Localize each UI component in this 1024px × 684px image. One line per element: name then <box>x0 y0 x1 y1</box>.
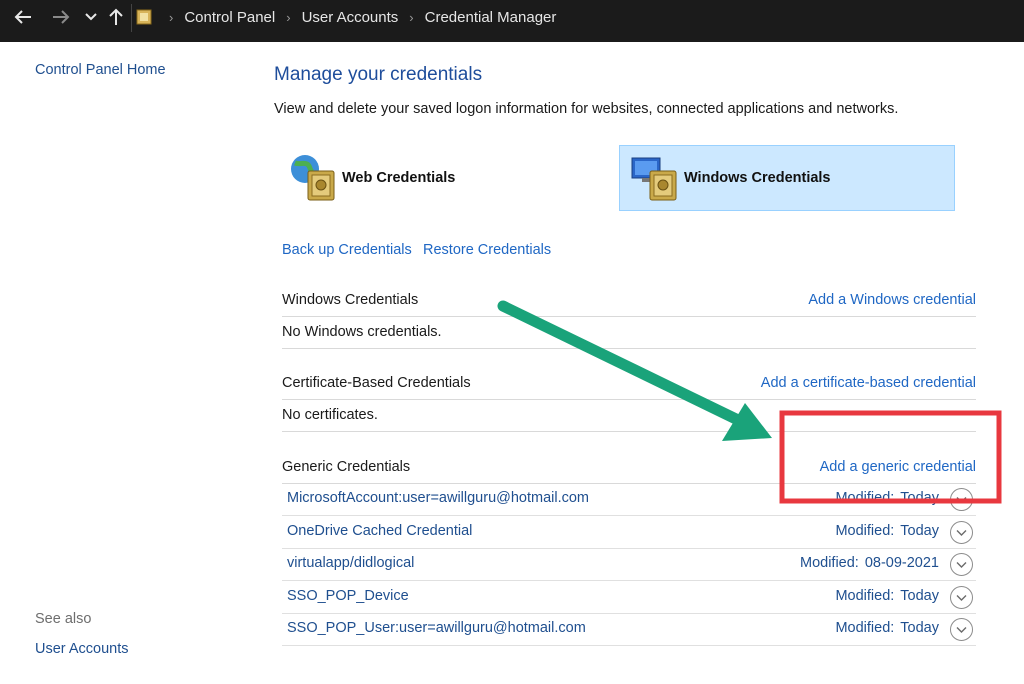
add-generic-credential-link[interactable]: Add a generic credential <box>820 459 976 475</box>
globe-vault-icon <box>291 155 335 201</box>
credential-row[interactable]: SSO_POP_User:user=awillguru@hotmail.com M… <box>282 614 976 646</box>
modified-value: Today <box>900 620 939 636</box>
modified-label: Modified: <box>835 620 895 636</box>
forward-arrow-icon <box>53 10 70 24</box>
add-windows-credential-link[interactable]: Add a Windows credential <box>808 292 976 308</box>
credential-name[interactable]: SSO_POP_Device <box>287 588 409 604</box>
credential-name[interactable]: OneDrive Cached Credential <box>287 523 472 539</box>
credential-row[interactable]: virtualapp/didlogical Modified: 08-09-2021 <box>282 549 976 581</box>
modified-label: Modified: <box>799 555 859 571</box>
chevron-down-circle-icon <box>956 529 967 536</box>
user-accounts-link[interactable]: User Accounts <box>35 641 129 657</box>
recent-locations-button[interactable] <box>82 0 100 34</box>
expand-credential-button[interactable] <box>950 488 973 511</box>
breadcrumb-user-accounts[interactable]: User Accounts <box>302 9 399 26</box>
web-credentials-tile[interactable]: Web Credentials <box>284 145 484 211</box>
web-credentials-label: Web Credentials <box>342 170 456 186</box>
chevron-right-icon: › <box>169 9 174 25</box>
page-description: View and delete your saved logon informa… <box>274 101 899 117</box>
credential-modified: Modified: Today <box>835 588 939 604</box>
chevron-down-circle-icon <box>956 497 967 503</box>
modified-value: Today <box>900 490 939 506</box>
credential-modified: Modified: Today <box>835 620 939 636</box>
divider <box>282 316 976 317</box>
modified-value: Today <box>900 587 939 604</box>
windows-credentials-tile[interactable]: Windows Credentials <box>619 145 955 211</box>
windows-credentials-heading: Windows Credentials <box>282 292 419 308</box>
back-arrow-icon <box>14 10 31 24</box>
chevron-down-circle-icon <box>956 627 967 633</box>
credential-modified: Modified: Today <box>835 490 939 506</box>
generic-credentials-heading: Generic Credentials <box>282 459 411 475</box>
add-certificate-credential-link[interactable]: Add a certificate-based credential <box>761 375 976 391</box>
expand-credential-button[interactable] <box>950 553 973 576</box>
up-arrow-icon <box>109 8 123 25</box>
divider <box>282 399 976 400</box>
expand-credential-button[interactable] <box>950 618 973 641</box>
forward-button[interactable] <box>46 0 76 34</box>
modified-value: 08-09-2021 <box>864 555 939 571</box>
credential-name[interactable]: MicrosoftAccount:user=awillguru@hotmail.… <box>287 490 589 506</box>
credential-name[interactable]: virtualapp/didlogical <box>287 555 414 571</box>
modified-label: Modified: <box>835 587 895 604</box>
monitor-vault-icon <box>631 157 677 201</box>
modified-value: Today <box>900 522 939 539</box>
windows-credentials-label: Windows Credentials <box>684 170 831 186</box>
credential-row[interactable]: MicrosoftAccount:user=awillguru@hotmail.… <box>282 484 976 516</box>
divider <box>282 348 976 349</box>
chevron-down-circle-icon <box>956 594 967 601</box>
page-title: Manage your credentials <box>274 64 483 85</box>
modified-label: Modified: <box>835 490 895 506</box>
chevron-down-circle-icon <box>956 562 967 568</box>
back-button[interactable] <box>8 0 38 34</box>
breadcrumb: › Control Panel › User Accounts › Creden… <box>136 0 556 34</box>
address-separator <box>131 4 132 32</box>
certificates-empty: No certificates. <box>282 407 378 423</box>
annotation-arrow <box>497 300 744 426</box>
credential-row[interactable]: OneDrive Cached Credential Modified: Today <box>282 517 976 549</box>
control-panel-icon <box>136 9 152 25</box>
certificate-credentials-heading: Certificate-Based Credentials <box>282 375 471 391</box>
address-bar: › Control Panel › User Accounts › Creden… <box>0 0 1024 42</box>
credential-modified: Modified: Today <box>835 523 939 539</box>
credential-modified: Modified: 08-09-2021 <box>800 555 939 571</box>
restore-credentials-link[interactable]: Restore Credentials <box>423 242 551 258</box>
chevron-down-icon <box>85 13 97 21</box>
modified-label: Modified: <box>835 522 895 539</box>
breadcrumb-control-panel[interactable]: Control Panel <box>184 9 275 26</box>
chevron-right-icon: › <box>286 9 291 25</box>
chevron-right-icon: › <box>409 9 414 25</box>
annotation-arrowhead-icon <box>722 403 772 441</box>
expand-credential-button[interactable] <box>950 585 973 609</box>
expand-credential-button[interactable] <box>950 520 973 544</box>
see-also-heading: See also <box>35 611 92 627</box>
up-button[interactable] <box>104 0 128 34</box>
credential-row[interactable]: SSO_POP_Device Modified: Today <box>282 582 976 614</box>
divider <box>282 431 976 432</box>
windows-credentials-empty: No Windows credentials. <box>282 324 442 340</box>
breadcrumb-credential-manager[interactable]: Credential Manager <box>425 9 557 26</box>
control-panel-home-link[interactable]: Control Panel Home <box>35 62 166 78</box>
credential-name[interactable]: SSO_POP_User:user=awillguru@hotmail.com <box>287 620 586 636</box>
backup-credentials-link[interactable]: Back up Credentials <box>282 242 412 258</box>
